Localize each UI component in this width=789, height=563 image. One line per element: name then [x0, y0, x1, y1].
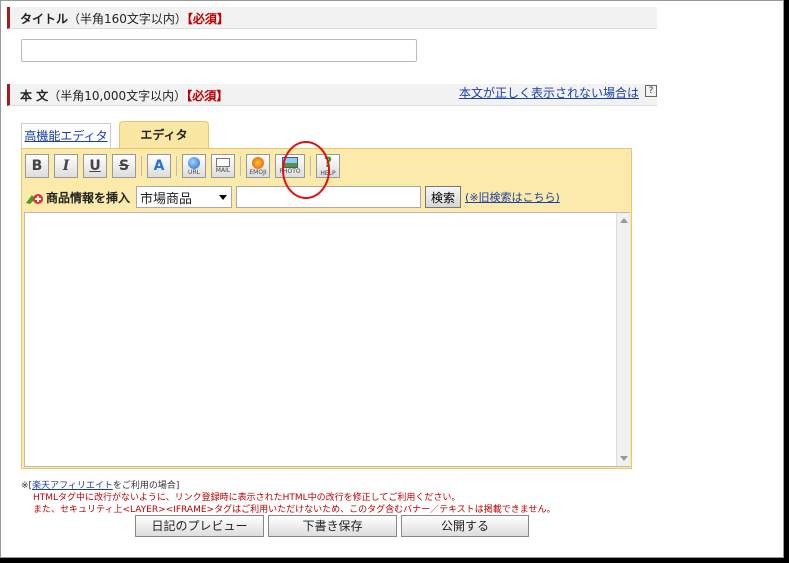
font-color-button[interactable]: A	[147, 154, 171, 178]
search-button[interactable]: 検索	[425, 186, 462, 208]
textarea-scrollbar[interactable]	[616, 213, 630, 466]
italic-button[interactable]: I	[54, 154, 78, 178]
scrollbar-track	[616, 213, 630, 466]
preview-button[interactable]: 日記のプレビュー	[135, 515, 264, 537]
mail-icon-label: MAIL	[215, 167, 231, 174]
help-icon-label: HELP	[320, 169, 336, 177]
toolbar-divider	[310, 156, 311, 176]
notes-prefix: ※[	[21, 481, 33, 491]
scroll-down-icon	[620, 456, 628, 461]
toolbar-divider	[176, 156, 177, 176]
strikethrough-button[interactable]: S	[112, 154, 136, 178]
font-color-icon: A	[153, 158, 165, 174]
chevron-down-icon	[219, 194, 228, 200]
old-search-link[interactable]: (※旧検索はこちら)	[465, 189, 560, 205]
affiliate-link[interactable]: 楽天アフィリエイト	[32, 481, 113, 491]
title-input[interactable]	[21, 39, 417, 62]
body-length-note: （半角10,000文字以内）	[48, 89, 187, 103]
save-draft-button[interactable]: 下書き保存	[268, 515, 397, 537]
notes-suffix: をご利用の場合]	[112, 481, 180, 491]
market-select-value: 市場商品	[140, 191, 193, 207]
underline-button[interactable]: U	[83, 154, 107, 178]
tab-advanced-editor[interactable]: 高機能エディタ	[21, 123, 111, 149]
title-length-note: （半角160文字以内）	[68, 12, 187, 26]
italic-icon: I	[62, 158, 70, 174]
help-icon[interactable]: ?	[645, 85, 657, 97]
question-icon: ?	[323, 154, 333, 171]
title-label: タイトル	[20, 12, 69, 26]
publish-button[interactable]: 公開する	[401, 515, 529, 537]
affiliate-notes: ※[楽天アフィリエイトをご利用の場合] HTMLタグ中に改行がないように、リンク…	[21, 480, 556, 516]
url-button[interactable]: URL	[182, 154, 206, 178]
product-insert-row: 商品情報を挿入 市場商品 検索 (※旧検索はこちら)	[24, 185, 560, 209]
notes-line-2: HTMLタグ中に改行がないように、リンク登録時に表示されたHTML中の改行を修正…	[33, 493, 461, 503]
toolbar-divider	[141, 156, 142, 176]
envelope-icon	[216, 158, 230, 167]
market-select[interactable]: 市場商品	[136, 186, 233, 208]
emoji-button[interactable]: EMOJI	[246, 154, 270, 178]
title-section-header: タイトル（半角160文字以内）【必須】	[7, 7, 657, 29]
bold-button[interactable]: B	[25, 154, 49, 178]
product-keyword-input[interactable]	[236, 186, 422, 208]
scroll-up-icon	[620, 218, 628, 223]
body-label: 本 文	[20, 89, 49, 103]
body-textarea[interactable]	[24, 212, 630, 467]
url-icon-label: URL	[188, 168, 200, 176]
emoji-icon-label: EMOJI	[249, 168, 267, 176]
photo-button[interactable]: PHOTO	[275, 154, 305, 178]
toolbar-divider	[240, 156, 241, 176]
strikethrough-icon: S	[118, 158, 130, 174]
mail-button[interactable]: MAIL	[211, 154, 235, 178]
smiley-icon	[252, 156, 264, 169]
underline-icon: U	[89, 158, 101, 174]
globe-icon	[188, 156, 200, 169]
page-frame: タイトル（半角160文字以内）【必須】 本 文（半角10,000文字以内）【必須…	[0, 0, 784, 558]
editor-toolbar: B I U S A URL MAIL EMOJI PHOTO ? HELP	[25, 153, 345, 179]
image-icon	[282, 157, 298, 168]
insert-product-label: 商品情報を挿入	[46, 190, 131, 205]
tab-editor[interactable]: エディタ	[119, 121, 209, 149]
photo-icon-label: PHOTO	[279, 168, 301, 175]
display-help-link[interactable]: 本文が正しく表示されない場合は	[459, 84, 639, 101]
notes-line-1: ※[楽天アフィリエイトをご利用の場合]	[21, 480, 556, 492]
bold-icon: B	[31, 158, 43, 174]
title-required-badge: 【必須】	[186, 12, 229, 26]
editor-panel: B I U S A URL MAIL EMOJI PHOTO ? HELP 商品情…	[21, 148, 632, 469]
add-product-icon	[24, 187, 44, 207]
body-required-badge: 【必須】	[186, 89, 229, 103]
help-button[interactable]: ? HELP	[316, 154, 340, 178]
